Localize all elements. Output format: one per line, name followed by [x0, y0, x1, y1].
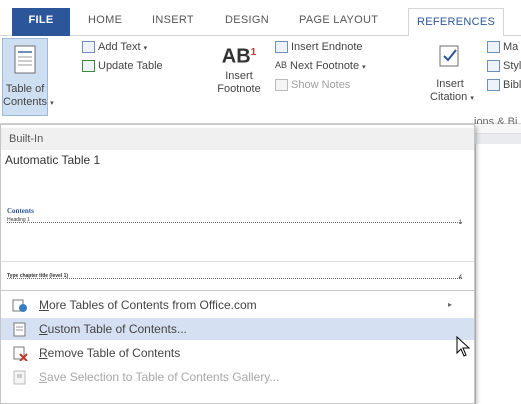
- office-com-icon: [12, 299, 27, 312]
- mouse-cursor-icon: [456, 336, 471, 357]
- insert-citation-label-2: Citation ▾: [430, 91, 474, 103]
- next-footnote-icon: AB: [275, 60, 288, 71]
- automatic-table-1-option[interactable]: Automatic Table 1 Contents Heading 1 1: [1, 151, 474, 261]
- table-of-contents-button[interactable]: Table of Contents ▾: [2, 38, 54, 116]
- tab-design[interactable]: DESIGN: [225, 14, 269, 26]
- add-text-icon: [82, 41, 95, 54]
- more-tables-menu-item[interactable]: More Tables of Contents from Office.com …: [1, 294, 474, 316]
- update-table-icon: [82, 60, 95, 73]
- remove-toc-icon: [13, 346, 28, 361]
- insert-footnote-label-1: Insert: [225, 69, 253, 82]
- custom-toc-label: Custom Table of Contents...: [39, 322, 187, 336]
- toc-preview-line: Heading 1: [7, 217, 462, 223]
- chevron-down-icon: ▾: [470, 95, 474, 102]
- toc-preview-page-number: 1: [458, 220, 462, 226]
- update-table-button[interactable]: Update Table: [82, 60, 163, 73]
- document-page[interactable]: [475, 144, 521, 404]
- save-selection-icon: [13, 370, 26, 385]
- more-tables-label: More Tables of Contents from Office.com: [39, 298, 257, 312]
- toc-button-label-1: Table of: [5, 83, 45, 95]
- style-dropdown[interactable]: Styl: [487, 60, 521, 73]
- insert-citation-button[interactable]: Insert Citation ▾: [430, 44, 474, 105]
- ribbon-references: Table of Contents ▾ Add Text ▾ Update Ta…: [0, 36, 521, 128]
- chevron-down-icon: ▾: [362, 64, 366, 71]
- custom-toc-menu-item[interactable]: Custom Table of Contents...: [1, 318, 474, 340]
- submenu-arrow-icon: ▸: [447, 300, 452, 309]
- remove-toc-label: Remove Table of Contents: [39, 346, 181, 360]
- manage-sources-button[interactable]: Ma: [487, 41, 518, 54]
- insert-footnote-button[interactable]: AB1 Insert Footnote: [214, 46, 264, 96]
- bibliography-button[interactable]: Bibl: [487, 79, 521, 92]
- endnote-icon: [275, 41, 288, 54]
- insert-citation-label-1: Insert: [436, 78, 464, 90]
- toc-preview-page-number: 4: [458, 275, 462, 281]
- insert-footnote-label-2: Footnote: [217, 82, 261, 95]
- insert-endnote-button[interactable]: Insert Endnote: [275, 41, 363, 54]
- toc-button-label-2: Contents ▾: [3, 96, 54, 108]
- chevron-down-icon: ▾: [50, 100, 54, 107]
- toc-preview-line: Type chapter title (level 1): [7, 273, 462, 279]
- tab-home[interactable]: HOME: [88, 14, 122, 26]
- automatic-table-1-title: Automatic Table 1: [5, 153, 101, 167]
- remove-toc-menu-item[interactable]: Remove Table of Contents: [1, 342, 474, 364]
- chevron-down-icon: ▾: [143, 45, 148, 52]
- save-selection-menu-item: Save Selection to Table of Contents Gall…: [1, 366, 474, 388]
- bibliography-icon: [487, 79, 500, 92]
- divider: [1, 290, 474, 291]
- insert-citation-icon: [439, 45, 459, 67]
- add-text-button[interactable]: Add Text ▾: [82, 41, 148, 54]
- tab-page-layout[interactable]: PAGE LAYOUT: [299, 14, 378, 26]
- save-selection-label: Save Selection to Table of Contents Gall…: [39, 370, 280, 384]
- footnote-icon: AB1: [221, 45, 257, 68]
- tab-references[interactable]: REFERENCES: [408, 8, 505, 37]
- tab-file[interactable]: FILE: [12, 8, 70, 36]
- ruler: [475, 124, 521, 134]
- style-icon: [487, 60, 500, 73]
- show-notes-button: Show Notes: [275, 79, 350, 92]
- builtin-section-header: Built-In: [1, 128, 474, 150]
- automatic-table-2-option[interactable]: Type chapter title (level 1) 4: [1, 262, 474, 290]
- custom-toc-icon: [13, 322, 26, 337]
- next-footnote-button[interactable]: AB Next Footnote ▾: [275, 60, 366, 72]
- document-area: [475, 124, 521, 404]
- toc-preview-heading: Contents: [7, 207, 34, 215]
- show-notes-icon: [275, 79, 288, 92]
- table-of-contents-icon: [14, 45, 36, 74]
- tab-insert[interactable]: INSERT: [152, 14, 194, 26]
- ribbon-tab-bar: FILE HOME INSERT DESIGN PAGE LAYOUT REFE…: [0, 0, 521, 37]
- manage-sources-icon: [487, 41, 500, 54]
- toc-dropdown-menu: Built-In Automatic Table 1 Contents Head…: [0, 124, 475, 404]
